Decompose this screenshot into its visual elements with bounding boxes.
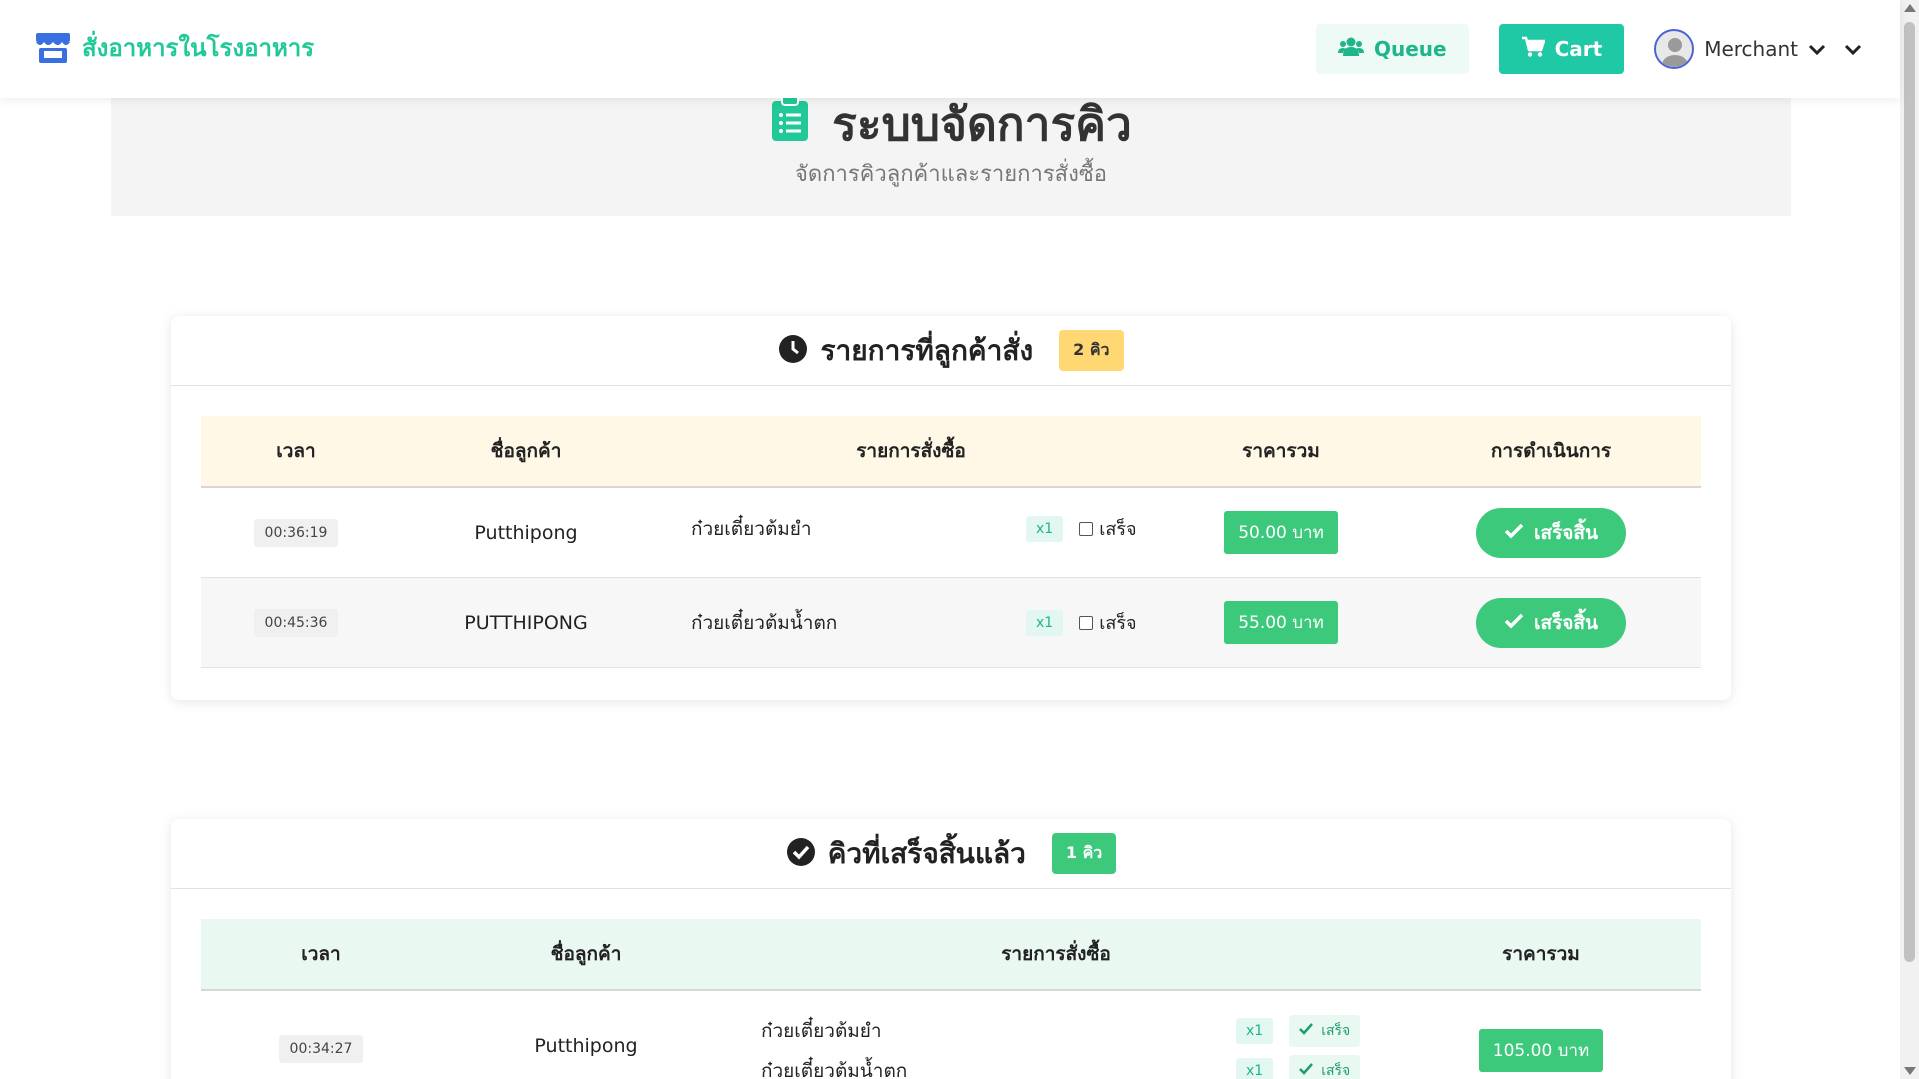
completed-title: คิวที่เสร็จสิ้นแล้ว bbox=[827, 836, 1026, 870]
checkbox[interactable] bbox=[1079, 615, 1094, 630]
pending-count-badge: 2 คิว bbox=[1059, 330, 1124, 371]
col-total: ราคารวม bbox=[1502, 943, 1580, 965]
check-icon bbox=[1299, 1063, 1314, 1079]
completed-table: เวลา ชื่อลูกค้า รายการสั่งซื้อ ราคารวม 0… bbox=[201, 919, 1701, 1079]
item-done-tag: เสร็จ bbox=[1289, 1055, 1361, 1079]
col-time: เวลา bbox=[276, 440, 316, 462]
col-total: ราคารวม bbox=[1242, 440, 1320, 462]
chevron-down-icon bbox=[1808, 37, 1826, 61]
order-time: 00:45:36 bbox=[253, 608, 339, 637]
order-item-name: ก๋วยเตี๋ยวต้มน้ำตก bbox=[761, 1060, 908, 1079]
cart-label: Cart bbox=[1554, 37, 1603, 61]
check-icon bbox=[1299, 1023, 1314, 1039]
order-item-name: ก๋วยเตี๋ยวต้มน้ำตก bbox=[691, 611, 838, 634]
queue-button[interactable]: Queue bbox=[1315, 24, 1469, 74]
cart-button[interactable]: Cart bbox=[1498, 24, 1625, 74]
customer-name: Putthipong bbox=[474, 521, 578, 544]
order-item-name: ก๋วยเตี๋ยวต้มยำ bbox=[761, 1020, 882, 1042]
pending-table-header: เวลา ชื่อลูกค้า รายการสั่งซื้อ ราคารวม ก… bbox=[201, 416, 1701, 488]
check-icon bbox=[1504, 612, 1524, 634]
order-item-name: ก๋วยเตี๋ยวต้มยำ bbox=[691, 517, 812, 540]
scroll-down-arrow[interactable] bbox=[1904, 1067, 1916, 1075]
brand-link[interactable]: สั่งอาหารในโรงอาหาร bbox=[34, 28, 314, 67]
complete-label: เสร็จสิ้น bbox=[1533, 611, 1598, 634]
complete-order-button[interactable]: เสร็จสิ้น bbox=[1476, 507, 1626, 558]
item-qty: x1 bbox=[1026, 609, 1064, 636]
scroll-thumb[interactable] bbox=[1904, 22, 1915, 962]
user-menu[interactable]: Merchant bbox=[1654, 29, 1862, 69]
table-row: 00:45:36 PUTTHIPONG ก๋วยเตี๋ยวต้มน้ำตก x… bbox=[201, 578, 1701, 668]
page-header: ระบบจัดการคิว จัดการคิวลูกค้าและรายการสั… bbox=[111, 94, 1791, 216]
checkbox[interactable] bbox=[1079, 521, 1094, 536]
completed-orders-card: คิวที่เสร็จสิ้นแล้ว 1 คิว เวลา ชื่อลูกค้… bbox=[171, 819, 1731, 1079]
done-label: เสร็จ bbox=[1321, 1063, 1351, 1079]
pending-table: เวลา ชื่อลูกค้า รายการสั่งซื้อ ราคารวม ก… bbox=[201, 416, 1701, 668]
clipboard-list-icon bbox=[770, 94, 810, 154]
order-total: 55.00 บาท bbox=[1224, 601, 1338, 644]
order-total: 50.00 บาท bbox=[1224, 511, 1338, 554]
table-row: 00:36:19 Putthipong ก๋วยเตี๋ยวต้มยำ x1 เ… bbox=[201, 488, 1701, 578]
item-done-checkbox[interactable]: เสร็จ bbox=[1079, 514, 1137, 543]
check-icon bbox=[1504, 522, 1524, 544]
navbar: สั่งอาหารในโรงอาหาร Queue Cart Merchant bbox=[0, 0, 1900, 98]
order-total: 105.00 บาท bbox=[1478, 1029, 1604, 1072]
table-row: 00:34:27 Putthipong ก๋วยเตี๋ยวต้มยำ x1 เ… bbox=[201, 991, 1701, 1079]
pending-orders-card: รายการที่ลูกค้าสั่ง 2 คิว เวลา ชื่อลูกค้… bbox=[171, 316, 1731, 700]
brand-title: สั่งอาหารในโรงอาหาร bbox=[82, 34, 315, 62]
store-icon bbox=[34, 31, 72, 65]
user-name: Merchant bbox=[1704, 37, 1798, 61]
cart-icon bbox=[1521, 36, 1546, 63]
complete-label: เสร็จสิ้น bbox=[1533, 521, 1598, 544]
check-circle-icon bbox=[786, 837, 816, 871]
scrollbar[interactable] bbox=[1900, 0, 1919, 1079]
page-subtitle: จัดการคิวลูกค้าและรายการสั่งซื้อ bbox=[795, 162, 1107, 187]
item-done-tag: เสร็จ bbox=[1289, 1015, 1361, 1047]
item-qty: x1 bbox=[1026, 515, 1064, 542]
customer-name: PUTTHIPONG bbox=[464, 611, 588, 634]
clock-icon bbox=[778, 334, 808, 368]
col-items: รายการสั่งซื้อ bbox=[856, 440, 966, 462]
page-title: ระบบจัดการคิว bbox=[832, 96, 1132, 151]
complete-order-button[interactable]: เสร็จสิ้น bbox=[1476, 597, 1626, 648]
col-items: รายการสั่งซื้อ bbox=[1001, 943, 1111, 965]
chevron-down-icon bbox=[1844, 37, 1862, 61]
col-customer: ชื่อลูกค้า bbox=[550, 943, 622, 965]
col-customer: ชื่อลูกค้า bbox=[490, 440, 562, 462]
item-qty: x1 bbox=[1236, 1018, 1274, 1044]
users-icon bbox=[1337, 37, 1364, 62]
item-done-checkbox[interactable]: เสร็จ bbox=[1079, 608, 1137, 637]
done-label: เสร็จ bbox=[1321, 1023, 1351, 1039]
order-time: 00:34:27 bbox=[278, 1035, 364, 1063]
pending-title: รายการที่ลูกค้าสั่ง bbox=[820, 333, 1034, 367]
completed-table-header: เวลา ชื่อลูกค้า รายการสั่งซื้อ ราคารวม bbox=[201, 919, 1701, 991]
customer-name: Putthipong bbox=[534, 1035, 638, 1057]
checkbox-label: เสร็จ bbox=[1099, 519, 1137, 540]
queue-label: Queue bbox=[1373, 37, 1447, 61]
completed-count-badge: 1 คิว bbox=[1051, 833, 1117, 874]
col-time: เวลา bbox=[301, 943, 341, 965]
col-action: การดำเนินการ bbox=[1490, 440, 1612, 462]
avatar bbox=[1654, 29, 1695, 69]
scroll-up-arrow[interactable] bbox=[1904, 4, 1916, 12]
order-time: 00:36:19 bbox=[253, 518, 339, 547]
item-qty: x1 bbox=[1236, 1058, 1274, 1079]
checkbox-label: เสร็จ bbox=[1099, 613, 1137, 634]
